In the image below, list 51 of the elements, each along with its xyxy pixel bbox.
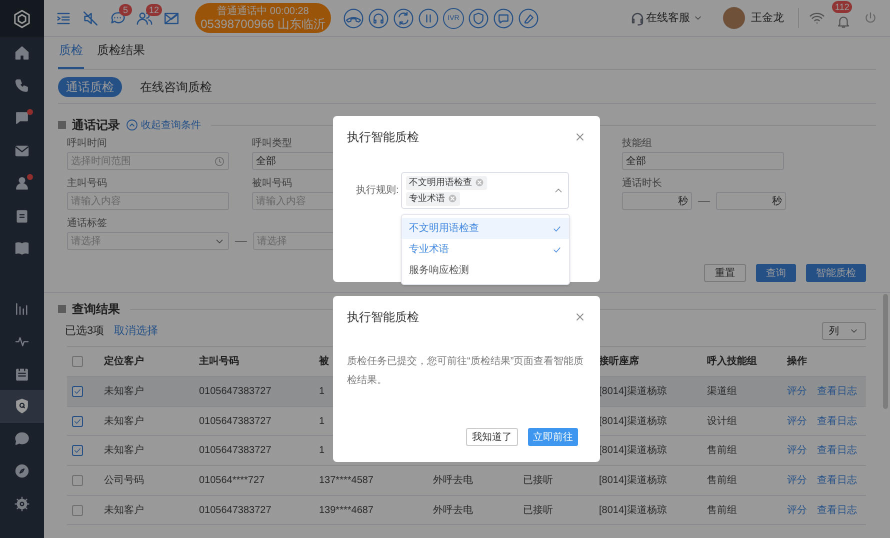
field-label: 技能组: [622, 137, 652, 150]
count-badge: 5: [119, 4, 132, 16]
table-cell: 0105647383727: [199, 416, 272, 427]
column-header: 主叫号码: [199, 356, 239, 367]
user-name: 王金龙: [751, 10, 784, 26]
table-cell: 渠道组: [707, 386, 737, 397]
table-cell: 已接听: [523, 504, 553, 516]
table-cell: 未知客户: [104, 445, 144, 456]
table-cell: 139****4687: [319, 504, 374, 516]
column-header: 定位客户: [104, 356, 144, 367]
section-title: 查询结果: [72, 301, 120, 318]
table-cell: 公司号码: [104, 474, 144, 486]
field-label: 呼叫时间: [67, 137, 107, 150]
section-title: 通话记录: [72, 117, 120, 134]
table-cell: 0105647383727: [199, 386, 272, 397]
column-header: 操作: [787, 356, 807, 367]
table-cell: 售前组: [707, 445, 737, 456]
column-header: 呼入技能组: [707, 356, 757, 367]
table-cell: 售前组: [707, 474, 737, 486]
table-cell: 1: [319, 386, 325, 397]
table-cell: 1: [319, 416, 325, 427]
dialog-title: 执行智能质检: [347, 129, 419, 146]
table-cell: 0105647383727: [199, 504, 272, 516]
field-label: 呼叫类型: [252, 137, 292, 150]
table-cell: 已接听: [523, 474, 553, 486]
table-cell: 外呼去电: [433, 504, 473, 516]
dialog-message: 质检任务已提交，您可前往“质检结果”页面查看智能质检结果。: [346, 354, 585, 388]
column-header: 被: [319, 356, 329, 367]
count-badge: 112: [832, 0, 852, 12]
table-cell: 售前组: [707, 504, 737, 516]
table-cell: 1: [319, 445, 325, 456]
table-cell: 0105647383727: [199, 445, 272, 456]
table-cell: [8014]渠道杨琼: [599, 504, 667, 516]
table-cell: 外呼去电: [433, 474, 473, 486]
table-cell: 未知客户: [104, 386, 144, 397]
table-cell: 未知客户: [104, 504, 144, 516]
count-badge: 12: [146, 4, 162, 16]
field-label: 执行规则:: [356, 184, 400, 198]
caller-number: 05398700966 山东临沂: [200, 18, 326, 31]
field-label: 被叫号码: [252, 177, 292, 190]
table-cell: 137****4587: [319, 474, 374, 486]
field-label: 通话时长: [622, 177, 662, 190]
table-cell: 010564****727: [199, 474, 265, 486]
table-cell: [8014]渠道杨琼: [599, 474, 667, 486]
selection-count: 已选3项: [65, 324, 104, 339]
field-label: 主叫号码: [67, 177, 107, 190]
call-status-text: 普通通话中 00:00:28: [217, 5, 309, 18]
table-cell: 设计组: [707, 416, 737, 427]
table-cell: 未知客户: [104, 416, 144, 427]
field-label: 通话标签: [67, 217, 107, 230]
dialog-title: 执行智能质检: [347, 309, 419, 326]
